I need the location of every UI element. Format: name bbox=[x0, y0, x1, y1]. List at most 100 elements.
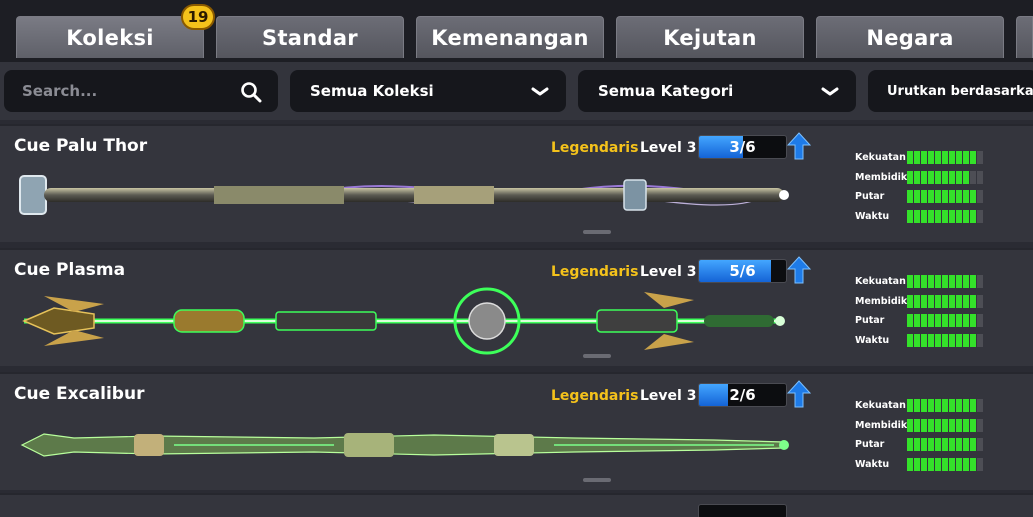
stat-segment bbox=[970, 294, 976, 308]
cue-row-thor[interactable]: Cue Palu Thor Legendaris Level 3 3/6 Kek… bbox=[0, 124, 1033, 242]
upgrade-arrow-icon[interactable] bbox=[787, 380, 811, 408]
cue-row-partial[interactable] bbox=[0, 493, 1033, 517]
progress-text: 5/6 bbox=[729, 262, 756, 280]
stat-segment bbox=[907, 399, 913, 413]
stat-segment bbox=[935, 151, 941, 165]
filter-bar: Search... Semua Koleksi Semua Kategori U… bbox=[0, 62, 1033, 120]
stat-label: Putar bbox=[855, 191, 885, 203]
stat-segment bbox=[914, 418, 920, 432]
sort-dropdown[interactable]: Urutkan berdasarkan bbox=[868, 70, 1033, 112]
stat-segment bbox=[935, 418, 941, 432]
stat-segment bbox=[963, 458, 969, 472]
stat-segment bbox=[914, 334, 920, 348]
cue-name: Cue Plasma bbox=[14, 260, 126, 280]
stat-segment bbox=[921, 314, 927, 328]
stat-segment bbox=[935, 275, 941, 289]
tab-standar[interactable]: Standar bbox=[216, 16, 404, 58]
stat-segment bbox=[942, 314, 948, 328]
collection-dropdown[interactable]: Semua Koleksi bbox=[290, 70, 566, 112]
stat-segment bbox=[963, 170, 969, 184]
stat-segment bbox=[949, 210, 955, 224]
upgrade-progress bbox=[698, 504, 787, 517]
tab-negara[interactable]: Negara bbox=[816, 16, 1004, 58]
stat-aim: Membidik bbox=[855, 416, 983, 436]
search-icon[interactable] bbox=[240, 81, 262, 103]
stat-time: Waktu bbox=[855, 331, 983, 351]
stat-segment bbox=[921, 458, 927, 472]
stat-segment bbox=[963, 314, 969, 328]
chevron-down-icon bbox=[531, 87, 549, 96]
stat-segment bbox=[970, 438, 976, 452]
stat-segment bbox=[956, 151, 962, 165]
stat-segment bbox=[921, 418, 927, 432]
stat-segment bbox=[907, 334, 913, 348]
stat-segment bbox=[970, 314, 976, 328]
tab-kemenangan[interactable]: Kemenangan bbox=[416, 16, 604, 58]
stat-segment bbox=[977, 418, 983, 432]
stat-segment bbox=[928, 418, 934, 432]
level-label: Level 3 bbox=[640, 388, 697, 404]
stat-bars bbox=[907, 438, 983, 452]
progress-text: 3/6 bbox=[729, 138, 756, 156]
stat-segment bbox=[928, 458, 934, 472]
stat-segment bbox=[907, 418, 913, 432]
stat-segment bbox=[921, 210, 927, 224]
stat-spin: Putar bbox=[855, 311, 983, 331]
stat-segment bbox=[956, 399, 962, 413]
stat-segment bbox=[928, 294, 934, 308]
stat-segment bbox=[963, 438, 969, 452]
stat-segment bbox=[942, 438, 948, 452]
tab-overflow[interactable] bbox=[1016, 16, 1033, 58]
upgrade-arrow-icon[interactable] bbox=[787, 256, 811, 284]
stat-segment bbox=[963, 190, 969, 204]
cue-row-excalibur[interactable]: Cue Excalibur Legendaris Level 3 2/6 Kek… bbox=[0, 372, 1033, 490]
tab-koleksi[interactable]: Koleksi bbox=[16, 16, 204, 58]
stat-segment bbox=[970, 170, 976, 184]
cue-image-excalibur bbox=[20, 433, 789, 457]
sort-dropdown-value: Urutkan berdasarkan bbox=[887, 83, 1033, 99]
stat-segment bbox=[928, 151, 934, 165]
stat-label: Membidik bbox=[855, 171, 908, 183]
stat-segment bbox=[977, 151, 983, 165]
stat-label: Putar bbox=[855, 315, 885, 327]
stat-segment bbox=[970, 399, 976, 413]
stat-segment bbox=[935, 334, 941, 348]
stat-segment bbox=[942, 294, 948, 308]
stat-segment bbox=[914, 314, 920, 328]
stat-power: Kekuatan bbox=[855, 272, 983, 292]
category-dropdown[interactable]: Semua Kategori bbox=[578, 70, 856, 112]
cue-row-plasma[interactable]: Cue Plasma Legendaris Level 3 5/6 Kekuat… bbox=[0, 248, 1033, 366]
stat-segment bbox=[921, 294, 927, 308]
tab-label: Kemenangan bbox=[431, 25, 589, 50]
stat-label: Putar bbox=[855, 439, 885, 451]
level-label: Level 3 bbox=[640, 140, 697, 156]
stat-segment bbox=[970, 418, 976, 432]
stat-segment bbox=[977, 210, 983, 224]
stats-panel: Kekuatan Membidik Putar Waktu bbox=[855, 396, 983, 474]
upgrade-arrow-icon[interactable] bbox=[787, 132, 811, 160]
search-input[interactable]: Search... bbox=[4, 70, 278, 112]
level-label: Level 3 bbox=[640, 264, 697, 280]
stat-segment bbox=[949, 275, 955, 289]
stat-label: Kekuatan bbox=[855, 400, 906, 412]
tab-kejutan[interactable]: Kejutan bbox=[616, 16, 804, 58]
stat-aim: Membidik bbox=[855, 168, 983, 188]
stat-segment bbox=[907, 190, 913, 204]
stat-label: Membidik bbox=[855, 295, 908, 307]
stat-segment bbox=[977, 170, 983, 184]
stat-power: Kekuatan bbox=[855, 148, 983, 168]
stat-segment bbox=[970, 334, 976, 348]
stat-segment bbox=[907, 151, 913, 165]
stat-label: Kekuatan bbox=[855, 152, 906, 164]
upgrade-progress: 3/6 bbox=[698, 135, 787, 159]
stat-bars bbox=[907, 418, 983, 432]
stat-segment bbox=[907, 314, 913, 328]
stat-segment bbox=[907, 275, 913, 289]
stat-segment bbox=[914, 170, 920, 184]
stat-segment bbox=[963, 275, 969, 289]
stat-segment bbox=[928, 210, 934, 224]
stat-segment bbox=[963, 334, 969, 348]
stat-segment bbox=[963, 151, 969, 165]
stat-segment bbox=[928, 399, 934, 413]
stat-segment bbox=[907, 170, 913, 184]
